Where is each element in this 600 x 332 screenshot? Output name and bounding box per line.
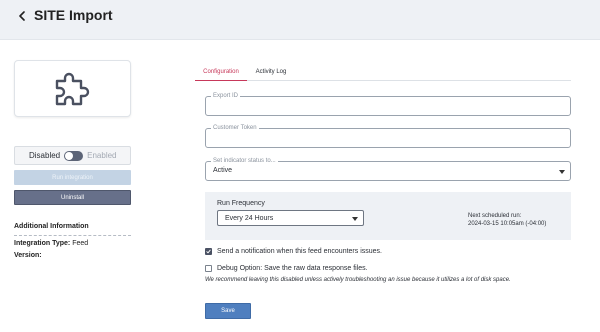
save-button[interactable]: Save [205,303,251,319]
check-icon [206,249,211,254]
integration-type-value: Feed [72,240,89,247]
enable-toggle-switch[interactable] [64,150,84,161]
debug-checkbox[interactable] [205,265,212,272]
next-run-value: 2024-03-15 10:05am (-04:00) [468,221,547,227]
run-integration-button[interactable]: Run integration [14,170,131,185]
integration-type-label: Integration Type: [14,240,71,247]
debug-option: Debug Option: Save the raw data response… [205,265,368,272]
run-frequency-value: Every 24 Hours [225,215,274,222]
next-run-label: Next scheduled run: [468,213,522,219]
debug-note: We recommend leaving this disabled unles… [205,277,511,283]
export-id-field: Export ID [205,93,571,117]
integration-type-row: Integration Type: Feed [14,240,88,247]
uninstall-button[interactable]: Uninstall [14,190,131,205]
tab-configuration[interactable]: Configuration [195,64,247,81]
export-id-input[interactable] [206,98,570,117]
indicator-status-select[interactable]: Set indicator status to... Active [205,158,571,181]
additional-info-title: Additional Information [14,223,89,230]
enable-toggle-box: Disabled Enabled [14,146,131,165]
version-label: Version: [14,252,42,259]
notify-label: Send a notification when this feed encou… [217,248,382,255]
tab-activity-log[interactable]: Activity Log [251,64,291,80]
caret-down-icon [559,170,565,174]
customer-token-label: Customer Token [211,125,259,132]
run-frequency-label: Run Frequency [217,200,265,207]
tab-bar: Configuration Activity Log [195,64,571,81]
page-header: SITE Import [0,0,600,40]
indicator-status-label: Set indicator status to... [211,158,278,165]
additional-info-divider [14,235,131,236]
export-id-label: Export ID [211,93,241,100]
debug-label: Debug Option: Save the raw data response… [217,265,368,272]
run-frequency-select[interactable]: Every 24 Hours [217,210,364,226]
toggle-enabled-label: Enabled [87,151,117,160]
notify-option: Send a notification when this feed encou… [205,248,382,255]
back-button[interactable] [15,9,29,23]
chevron-left-icon [19,11,25,21]
caret-down-icon [352,217,358,221]
customer-token-input[interactable] [206,130,570,149]
toggle-knob [65,151,74,160]
page-title: SITE Import [34,7,113,23]
integration-icon-tile [14,60,131,117]
notify-checkbox[interactable] [205,248,212,255]
indicator-status-value: Active [213,167,233,174]
run-frequency-panel: Run Frequency Every 24 Hours Next schedu… [205,192,571,240]
puzzle-piece-icon [55,72,89,105]
toggle-disabled-label: Disabled [29,151,61,160]
customer-token-field: Customer Token [205,125,571,149]
